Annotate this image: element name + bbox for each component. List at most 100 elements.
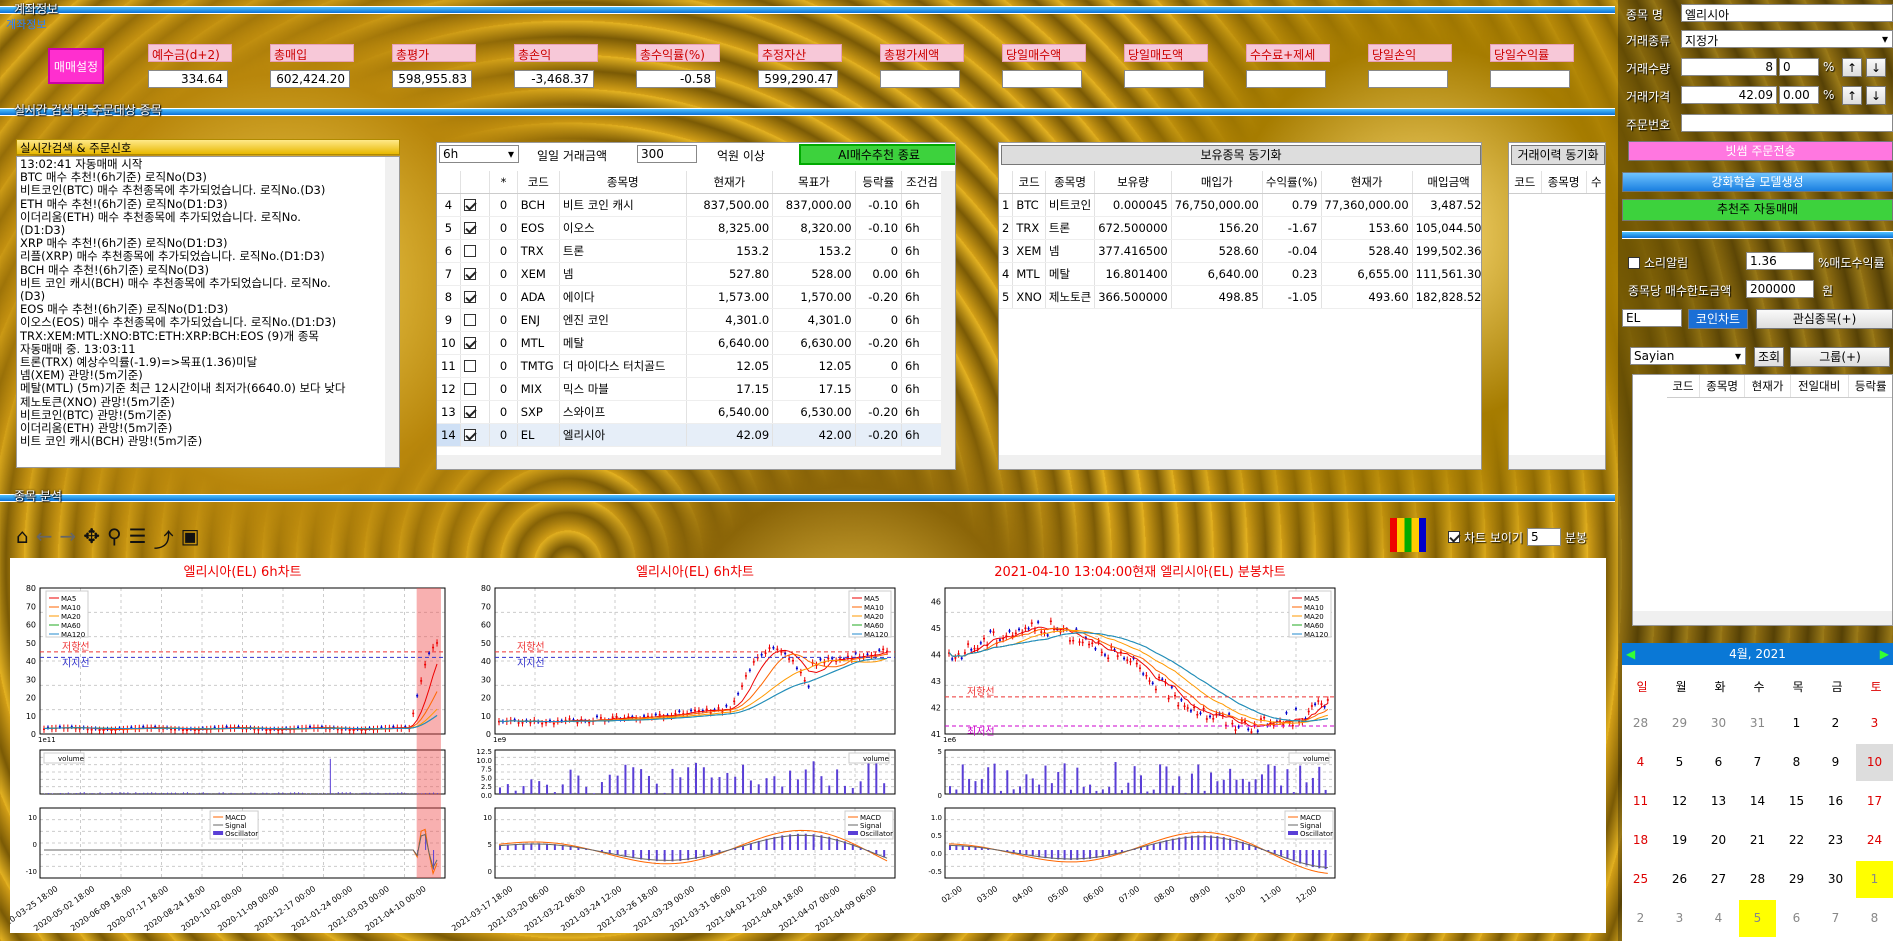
- calendar-day[interactable]: 26: [1661, 861, 1698, 898]
- calendar-day[interactable]: 1: [1856, 861, 1893, 898]
- checkbox[interactable]: [463, 314, 476, 326]
- home-icon[interactable]: ⌂: [16, 524, 29, 553]
- calendar-day[interactable]: 13: [1700, 783, 1737, 820]
- group-select[interactable]: Sayian ▾: [1630, 347, 1746, 365]
- candidate-header[interactable]: [437, 171, 461, 194]
- row-checkbox[interactable]: [460, 331, 491, 355]
- lookup-button[interactable]: 조회: [1754, 347, 1784, 367]
- order-no-input[interactable]: [1681, 114, 1893, 132]
- watch-add-button[interactable]: 관심종목(+): [1756, 309, 1893, 329]
- calendar-day[interactable]: 8: [1856, 900, 1893, 937]
- row-checkbox[interactable]: [460, 400, 491, 424]
- calendar-day[interactable]: 28: [1622, 705, 1659, 742]
- holdings-header[interactable]: 종목명: [1045, 171, 1096, 194]
- candidate-header[interactable]: 현재가: [686, 171, 774, 194]
- calendar-day[interactable]: 14: [1739, 783, 1776, 820]
- coin-chart-button[interactable]: 코인차트: [1688, 309, 1748, 329]
- table-row[interactable]: 5 0 EOS 이오스 8,325.00 8,320.00 -0.10 6h: [437, 216, 943, 240]
- table-row[interactable]: 5 XNO 제노토큰 366.500000 498.85 -1.05 493.60 182,8…: [999, 285, 1481, 309]
- qty-up-button[interactable]: ↑: [1842, 58, 1862, 77]
- calendar-day[interactable]: 3: [1856, 705, 1893, 742]
- group-add-button[interactable]: 그룹(+): [1790, 347, 1890, 367]
- name-input[interactable]: 엘리시아: [1681, 4, 1893, 22]
- watch-header[interactable]: 종목명: [1699, 375, 1746, 398]
- type-select[interactable]: 지정가 ▾: [1681, 30, 1893, 48]
- price-input[interactable]: 42.09: [1681, 86, 1777, 104]
- table-row[interactable]: 3 XEM 넴 377.416500 528.60 -0.04 528.40 199,502.…: [999, 239, 1481, 263]
- table-row[interactable]: 7 0 XEM 넴 527.80 528.00 0.00 6h: [437, 262, 943, 286]
- calendar-day[interactable]: 11: [1622, 783, 1659, 820]
- calendar-day[interactable]: 16: [1817, 783, 1854, 820]
- history-header[interactable]: 종목명: [1541, 171, 1587, 194]
- calendar-day[interactable]: 28: [1739, 861, 1776, 898]
- show-chart-checkbox[interactable]: [1448, 531, 1460, 543]
- checkbox[interactable]: [463, 337, 476, 349]
- calendar-day[interactable]: 7: [1817, 900, 1854, 937]
- candidate-header[interactable]: 코드: [517, 171, 560, 194]
- calendar-day[interactable]: 31: [1739, 705, 1776, 742]
- prev-month-icon[interactable]: ◀: [1626, 643, 1635, 665]
- calendar-day[interactable]: 29: [1661, 705, 1698, 742]
- table-row[interactable]: 13 0 SXP 스와이프 6,540.00 6,530.00 -0.20 6h: [437, 400, 943, 424]
- sell-rate-stepper[interactable]: 1.36: [1746, 252, 1814, 270]
- calendar-day[interactable]: 19: [1661, 822, 1698, 859]
- table-row[interactable]: 8 0 ADA 에이다 1,573.00 1,570.00 -0.20 6h: [437, 285, 943, 309]
- row-checkbox[interactable]: [460, 216, 491, 240]
- checkbox[interactable]: [463, 406, 476, 418]
- table-row[interactable]: 9 0 ENJ 엔진 코인 4,301.0 4,301.0 0 6h: [437, 308, 943, 332]
- checkbox[interactable]: [463, 383, 476, 395]
- candidate-hscroll[interactable]: [437, 455, 955, 469]
- next-month-icon[interactable]: ▶: [1880, 643, 1889, 665]
- holdings-header[interactable]: 매입금액: [1412, 171, 1481, 194]
- checkbox[interactable]: [463, 245, 476, 257]
- calendar-day[interactable]: 7: [1739, 744, 1776, 781]
- watchlist-hscroll[interactable]: [1633, 611, 1892, 625]
- table-row[interactable]: 10 0 MTL 메탈 6,640.00 6,630.00 -0.20 6h: [437, 331, 943, 355]
- signal-log[interactable]: 13:02:41 자동매매 시작 BTC 매수 추천!(6h기준) 로직No(D3…: [16, 156, 400, 468]
- holdings-header[interactable]: 코드: [1012, 171, 1046, 194]
- calendar-day[interactable]: 4: [1700, 900, 1737, 937]
- watch-header[interactable]: 현재가: [1744, 375, 1791, 398]
- checkbox[interactable]: [463, 199, 476, 211]
- zoom-icon[interactable]: ⚲: [107, 524, 122, 553]
- calendar-day[interactable]: 22: [1778, 822, 1815, 859]
- row-checkbox[interactable]: [460, 308, 491, 332]
- calendar-day[interactable]: 8: [1778, 744, 1815, 781]
- rl-model-button[interactable]: 강화학습 모델생성: [1622, 172, 1893, 192]
- row-checkbox[interactable]: [460, 377, 491, 401]
- table-row[interactable]: 12 0 MIX 믹스 마블 17.15 17.15 0 6h: [437, 377, 943, 401]
- calendar-day[interactable]: 6: [1778, 900, 1815, 937]
- watch-header[interactable]: 등락률: [1848, 375, 1892, 398]
- ai-recommend-button[interactable]: AI매수추천 종료: [799, 144, 955, 165]
- calendar-day[interactable]: 20: [1700, 822, 1737, 859]
- minutes-stepper[interactable]: 5: [1527, 528, 1562, 546]
- candidate-vscroll[interactable]: [941, 171, 955, 456]
- calendar-day[interactable]: 17: [1856, 783, 1893, 820]
- save-icon[interactable]: ▣: [181, 524, 200, 553]
- calendar-day[interactable]: 2: [1622, 900, 1659, 937]
- calendar-day[interactable]: 6: [1700, 744, 1737, 781]
- checkbox[interactable]: [463, 291, 476, 303]
- calendar-day[interactable]: 24: [1856, 822, 1893, 859]
- candidate-header[interactable]: *: [489, 171, 518, 194]
- forward-icon[interactable]: →: [59, 524, 76, 553]
- qty-pct-input[interactable]: 0: [1779, 58, 1819, 76]
- calendar-day[interactable]: 15: [1778, 783, 1815, 820]
- row-checkbox[interactable]: [460, 354, 491, 378]
- checkbox[interactable]: [463, 268, 476, 280]
- sound-checkbox[interactable]: [1628, 256, 1640, 269]
- send-order-button[interactable]: 빗썸 주문전송: [1628, 141, 1893, 161]
- calendar-day[interactable]: 21: [1739, 822, 1776, 859]
- price-pct-input[interactable]: 0.00: [1779, 86, 1819, 104]
- interval-select[interactable]: 6h ▾: [439, 145, 519, 163]
- table-row[interactable]: 11 0 TMTG 더 마이다스 터치골드 12.05 12.05 0 6h: [437, 354, 943, 378]
- table-row[interactable]: 4 0 BCH 비트 코인 캐시 837,500.00 837,000.00 -0.10 6h: [437, 193, 943, 217]
- amount-stepper[interactable]: 300: [637, 145, 697, 163]
- price-up-button[interactable]: ↑: [1842, 86, 1862, 105]
- checkbox[interactable]: [463, 429, 476, 441]
- calendar-day[interactable]: 2: [1817, 705, 1854, 742]
- candidate-header[interactable]: 목표가: [772, 171, 856, 194]
- candidate-header[interactable]: 등락률: [855, 171, 903, 194]
- calendar-day[interactable]: 25: [1622, 861, 1659, 898]
- history-header[interactable]: 코드: [1509, 171, 1542, 194]
